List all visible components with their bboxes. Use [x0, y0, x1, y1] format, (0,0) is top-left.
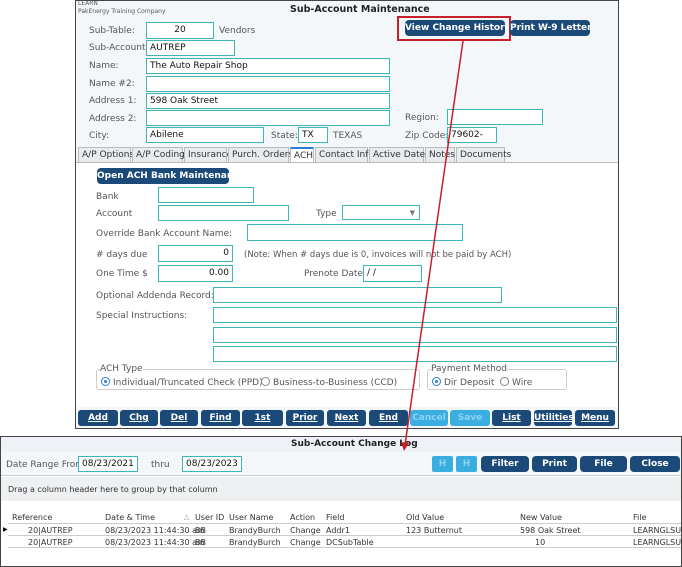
annotation-arrow — [401, 40, 464, 451]
